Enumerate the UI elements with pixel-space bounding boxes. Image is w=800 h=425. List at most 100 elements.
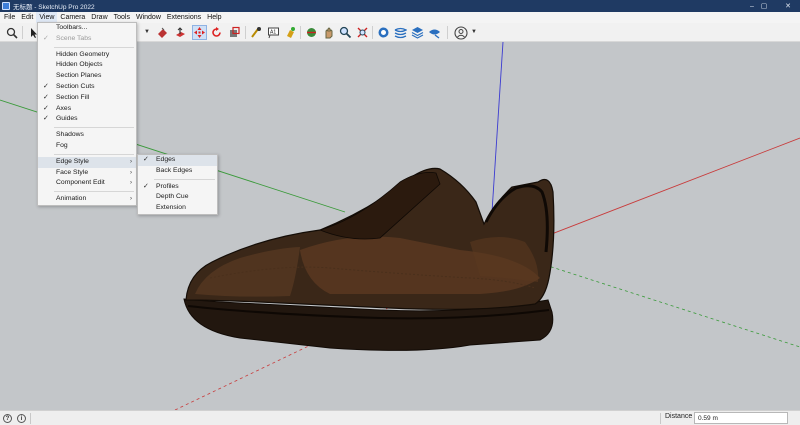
pan-icon[interactable] — [321, 25, 336, 40]
edge-style-submenu: ✓ Edges Back Edges ✓ Profiles Depth Cue Extens… — [137, 154, 218, 215]
menu-item-label: Toolbars... — [56, 24, 88, 31]
toolbar-separator — [245, 26, 246, 39]
view-menu: Toolbars... ✓ Scene Tabs Hidden Geometry Hid… — [37, 22, 137, 206]
title-bar: 无标题 - SketchUp Pro 2022 – ▢ ✕ — [0, 0, 800, 12]
menu-item-label: Hidden Geometry — [56, 50, 110, 58]
rotate-icon[interactable] — [209, 25, 224, 40]
distance-input[interactable] — [694, 412, 788, 424]
menu-item-label: Fog — [56, 141, 68, 149]
edge-item-extension[interactable]: Extension — [138, 203, 217, 214]
warehouse-icon[interactable] — [376, 25, 391, 40]
zoom-icon[interactable] — [4, 25, 19, 40]
maximize-button[interactable]: ▢ — [752, 0, 776, 12]
menu-item-edge-style[interactable]: Edge Style › — [38, 156, 136, 168]
dropdown-caret-icon[interactable]: ▼ — [144, 29, 150, 35]
paint-icon[interactable] — [283, 25, 298, 40]
help-icon[interactable]: ? — [3, 414, 12, 423]
menu-item-label: Axes — [56, 104, 72, 112]
svg-text:A1: A1 — [270, 30, 276, 36]
zoom-extents-icon[interactable] — [355, 25, 370, 40]
menu-item-label: Component Edit — [56, 179, 105, 187]
menu-separator — [54, 153, 134, 155]
menu-item-hidden-geometry[interactable]: Hidden Geometry — [38, 50, 136, 61]
menu-item-label: Edge Style — [56, 157, 89, 165]
menu-file[interactable]: File — [1, 12, 18, 23]
menu-item-label: Scene Tabs — [56, 34, 92, 42]
menu-item-label: Section Fill — [56, 93, 90, 101]
menu-item-hidden-objects[interactable]: Hidden Objects — [38, 60, 136, 71]
orbit-icon[interactable] — [304, 25, 319, 40]
menu-item-toolbars[interactable]: Toolbars... — [38, 23, 136, 34]
checkmark-icon: ✓ — [43, 104, 49, 112]
submenu-arrow-icon: › — [130, 169, 132, 176]
account-icon[interactable] — [453, 25, 468, 40]
edge-item-back-edges[interactable]: Back Edges — [138, 166, 217, 177]
edge-item-profiles[interactable]: ✓ Profiles — [138, 182, 217, 193]
submenu-arrow-icon: › — [130, 158, 132, 165]
checkmark-icon: ✓ — [143, 156, 149, 163]
menu-separator — [54, 46, 134, 48]
close-button[interactable]: ✕ — [776, 0, 800, 12]
menu-item-fog[interactable]: Fog — [38, 141, 136, 152]
toolbar-separator — [22, 26, 23, 39]
menu-item-shadows[interactable]: Shadows — [38, 130, 136, 141]
window-title: 无标题 - SketchUp Pro 2022 — [13, 4, 95, 11]
toolbar-separator — [372, 26, 373, 39]
menu-item-label: Extension — [156, 204, 186, 212]
edge-item-edges[interactable]: ✓ Edges — [138, 155, 217, 166]
text-icon[interactable]: A1 — [266, 25, 281, 40]
scale-icon[interactable] — [227, 25, 242, 40]
menu-item-section-planes[interactable]: Section Planes — [38, 71, 136, 82]
checkmark-icon: ✓ — [43, 115, 49, 123]
stack-icon[interactable] — [410, 25, 425, 40]
menu-item-guides[interactable]: ✓ Guides — [38, 114, 136, 125]
toolbar-separator — [300, 26, 301, 39]
tape-measure-icon[interactable] — [249, 25, 264, 40]
menu-separator — [54, 191, 134, 193]
sketchup-logo-icon — [2, 2, 10, 10]
menu-extensions[interactable]: Extensions — [164, 12, 204, 23]
menu-help[interactable]: Help — [204, 12, 224, 23]
checkmark-icon: ✓ — [143, 182, 149, 190]
menu-item-label: Hidden Objects — [56, 61, 103, 69]
menu-window[interactable]: Window — [133, 12, 164, 23]
checkmark-icon: ✓ — [43, 34, 49, 42]
menu-separator — [154, 178, 215, 180]
menu-item-label: Animation — [56, 195, 87, 203]
menu-edit[interactable]: Edit — [18, 12, 36, 23]
zoom-tool-icon[interactable] — [338, 25, 353, 40]
checkmark-icon: ✓ — [43, 82, 49, 90]
menu-item-section-fill[interactable]: ✓ Section Fill — [38, 93, 136, 104]
blue-axis — [491, 42, 504, 213]
shoe-model — [183, 167, 555, 351]
menu-item-axes[interactable]: ✓ Axes — [38, 104, 136, 115]
submenu-arrow-icon: › — [130, 180, 132, 187]
menu-item-label: Section Cuts — [56, 82, 95, 90]
distance-label: Distance — [665, 413, 693, 420]
ext-warehouse-icon[interactable] — [427, 25, 442, 40]
menu-item-animation[interactable]: Animation › — [38, 194, 136, 205]
menu-item-label: Depth Cue — [156, 193, 189, 201]
menu-item-scene-tabs: ✓ Scene Tabs — [38, 34, 136, 45]
menu-item-label: Guides — [56, 115, 78, 123]
menu-item-label: Shadows — [56, 131, 84, 139]
menu-separator — [54, 127, 134, 129]
menu-item-label: Edges — [156, 156, 176, 163]
menu-item-component-edit[interactable]: Component Edit › — [38, 178, 136, 189]
edge-item-depth-cue[interactable]: Depth Cue — [138, 192, 217, 203]
info-icon[interactable]: i — [17, 414, 26, 423]
checkmark-icon: ✓ — [43, 93, 49, 101]
menu-item-label: Profiles — [156, 182, 179, 190]
push-pull-icon[interactable] — [173, 25, 188, 40]
menu-item-label: Section Planes — [56, 72, 102, 80]
account-caret-icon[interactable]: ▼ — [471, 29, 477, 35]
toolbar-separator — [447, 26, 448, 39]
status-bar: ? i Distance — [0, 410, 800, 425]
layers-icon[interactable] — [393, 25, 408, 40]
menu-item-label: Face Style — [56, 168, 89, 176]
menu-item-section-cuts[interactable]: ✓ Section Cuts — [38, 82, 136, 93]
move-icon[interactable] — [192, 25, 207, 40]
paint-bucket-icon[interactable] — [155, 25, 170, 40]
menu-item-face-style[interactable]: Face Style › — [38, 168, 136, 179]
status-separator — [30, 413, 31, 424]
